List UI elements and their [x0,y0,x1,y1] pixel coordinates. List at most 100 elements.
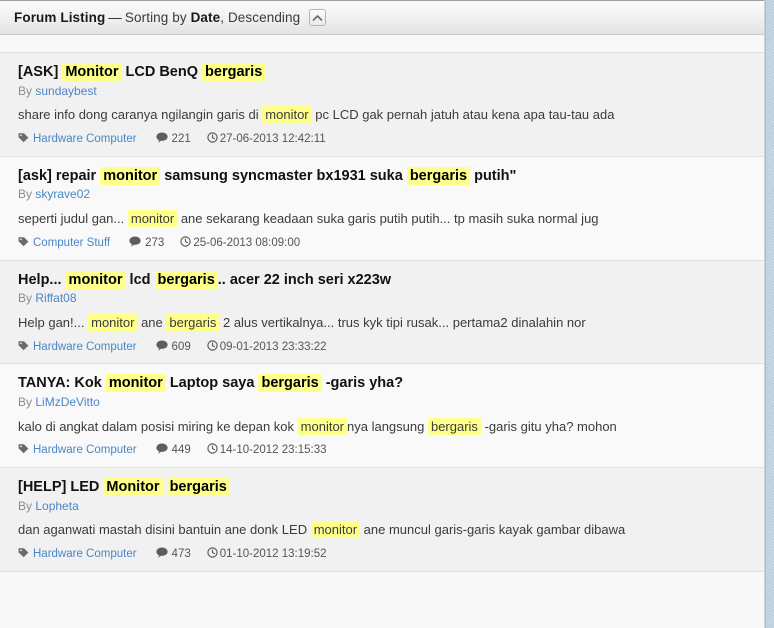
clock-icon [207,339,218,356]
title-text: lcd [125,271,155,288]
comment-bubble-icon [129,236,141,252]
search-result-item[interactable]: [ask] repair monitor samsung syncmaster … [0,156,764,261]
meta-reply-count: 449 [155,443,191,459]
comment-bubble-icon [155,443,168,459]
meta-category[interactable]: Hardware Computer [18,340,137,356]
comment-bubble-icon [155,547,168,563]
title-text: Help... [18,271,66,288]
snippet-text: ane [137,314,167,330]
header-dash: — [108,10,122,25]
snippet-highlight: bergaris [166,313,220,331]
search-result-item[interactable]: [ASK] Monitor LCD BenQ bergaris By sunday… [0,53,764,157]
snippet-highlight: bergaris [427,417,481,435]
snippet-highlight: monitor [127,209,178,227]
collapse-toggle-button[interactable] [309,9,327,26]
comment-bubble-icon [155,340,168,356]
meta-timestamp: 27-06-2013 12:42:11 [207,132,326,148]
by-label: By [18,395,33,410]
title-highlight: monitor [105,374,166,393]
title-text: Laptop saya [165,375,259,392]
title-highlight: bergaris [166,478,230,497]
title-highlight: bergaris [202,63,266,81]
meta-category[interactable]: Hardware Computer [18,132,137,148]
by-label: By [18,83,33,98]
result-title-link[interactable]: [HELP] LED Monitor bergaris [18,477,750,498]
reply-count-value: 221 [171,133,191,146]
tag-icon [18,340,29,356]
category-link[interactable]: Hardware Computer [33,341,137,355]
result-snippet: share info dong caranya ngilangin garis … [18,106,750,125]
listing-title: Forum Listing [14,10,106,25]
snippet-text: pc LCD gak pernah jatuh atau kena apa ta… [311,107,615,123]
meta-category[interactable]: Hardware Computer [18,547,137,563]
listing-header-text: Forum Listing — Sorting by Date, Descendin… [14,10,300,25]
clock-icon [207,547,218,563]
title-text [163,479,167,495]
reply-count-value: 449 [171,444,191,457]
comment-bubble-icon [155,132,168,148]
search-results-list: [ASK] Monitor LCD BenQ bergaris By sunday… [0,53,764,573]
title-highlight: bergaris [258,374,322,393]
snippet-text: kalo di angkat dalam posisi miring ke de… [18,418,298,434]
result-title-link[interactable]: TANYA: Kok monitor Laptop saya bergaris … [18,373,750,394]
author-link[interactable]: skyrave02 [35,187,90,201]
timestamp-value: 09-01-2013 23:33:22 [219,340,327,353]
header-spacer [0,35,764,53]
timestamp-value: 25-06-2013 08:09:00 [193,236,301,249]
search-result-item[interactable]: TANYA: Kok monitor Laptop saya bergaris … [0,364,764,469]
search-result-item[interactable]: [HELP] LED Monitor bergaris By Lopheta dan… [0,468,764,573]
timestamp-value: 27-06-2013 12:42:11 [219,133,326,146]
title-text: -garis yha? [321,375,404,392]
header-comma: , [220,10,225,25]
snippet-text: dan aganwati mastah disini bantuin ane d… [18,522,311,538]
author-link[interactable]: Riffat08 [35,291,76,305]
result-meta-row: Hardware Computer 473 01-10-2012 13:19:52 [18,547,750,563]
category-link[interactable]: Hardware Computer [33,133,137,147]
clock-icon [180,236,192,252]
meta-reply-count: 221 [155,132,191,148]
sort-field[interactable]: Date [191,10,221,25]
title-text: [ask] repair [18,167,101,184]
vertical-scrollbar[interactable] [765,0,774,628]
title-highlight: bergaris [154,270,218,289]
title-text: LCD BenQ [121,64,203,80]
meta-timestamp: 09-01-2013 23:33:22 [207,339,327,356]
result-snippet: dan aganwati mastah disini bantuin ane d… [18,521,750,540]
title-text: TANYA: Kok [18,375,106,392]
meta-category[interactable]: Hardware Computer [18,443,137,459]
snippet-text: nya langsung [347,418,428,434]
by-label: By [18,498,33,513]
sort-direction[interactable]: Descending [228,10,300,25]
reply-count-value: 609 [171,340,191,353]
result-title-link[interactable]: Help... monitor lcd bergaris.. acer 22 i… [18,270,750,291]
snippet-highlight: monitor [310,521,361,539]
category-link[interactable]: Hardware Computer [33,548,137,562]
result-title-link[interactable]: [ASK] Monitor LCD BenQ bergaris [18,62,750,83]
meta-timestamp: 14-10-2012 23:15:33 [207,443,327,459]
author-link[interactable]: Lopheta [35,499,78,513]
category-link[interactable]: Computer Stuff [33,237,110,251]
tag-icon [18,236,29,252]
clock-icon [207,443,218,459]
result-title-link[interactable]: [ask] repair monitor samsung syncmaster … [18,166,750,187]
author-link[interactable]: LiMzDeVitto [35,395,99,409]
timestamp-value: 14-10-2012 23:15:33 [219,444,327,457]
result-author-line: By skyrave02 [18,187,750,203]
by-label: By [18,291,33,306]
result-snippet: Help gan!... monitor ane bergaris 2 alus… [18,313,750,333]
category-link[interactable]: Hardware Computer [33,444,137,458]
result-meta-row: Hardware Computer 449 14-10-2012 23:15:33 [18,443,750,459]
snippet-text: ane muncul garis-garis kayak gambar diba… [360,522,626,538]
search-result-item[interactable]: Help... monitor lcd bergaris.. acer 22 i… [0,260,764,365]
snippet-highlight: monitor [262,106,312,124]
clock-icon [207,132,218,148]
snippet-text: seperti judul gan... [18,210,128,226]
meta-timestamp: 25-06-2013 08:09:00 [180,236,300,252]
meta-category[interactable]: Computer Stuff [18,236,110,252]
meta-reply-count: 473 [155,547,191,563]
snippet-text: ane sekarang keadaan suka garis putih pu… [177,210,599,226]
chevron-up-icon [312,14,323,22]
result-author-line: By sundaybest [18,84,750,100]
author-link[interactable]: sundaybest [35,84,96,98]
result-meta-row: Hardware Computer 609 09-01-2013 23:33:22 [18,339,750,356]
